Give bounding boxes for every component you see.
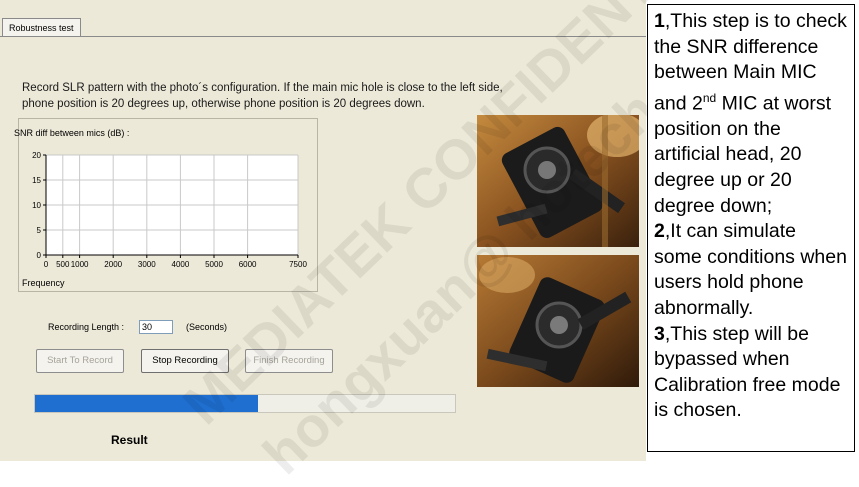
chart-x-axis-label: Frequency <box>22 278 65 288</box>
x-tick-label: 5000 <box>205 260 223 269</box>
note-step-2-text: ,It can simulate some conditions when us… <box>654 220 847 320</box>
note-step-3-number: 3 <box>654 322 665 345</box>
x-tick-label: 3000 <box>138 260 156 269</box>
x-tick-label: 0 <box>44 260 49 269</box>
note-step-3-text: ,This step will be bypassed when Calibra… <box>654 322 841 422</box>
robustness-test-window: Robustness test Record SLR pattern with … <box>0 0 733 486</box>
note-step-1-number: 1 <box>654 10 665 32</box>
y-tick-label: 10 <box>32 201 41 210</box>
x-tick-label: 500 <box>56 260 70 269</box>
start-record-button[interactable]: Start To Record <box>36 349 124 373</box>
y-tick-label: 20 <box>32 151 41 160</box>
note-step-2-number: 2 <box>654 220 665 243</box>
snr-diff-chart: 051015200 500 1000 2000 3000 4000 5000 6000 7500 <box>32 151 307 269</box>
tab-robustness-test[interactable]: Robustness test <box>2 18 81 37</box>
recording-length-input[interactable] <box>139 320 173 334</box>
y-tick-label: 0 <box>37 251 42 260</box>
note-step-1-superscript: nd <box>702 90 717 105</box>
recording-length-unit: (Seconds) <box>186 322 228 332</box>
x-tick-label: 4000 <box>172 260 190 269</box>
y-tick-label: 15 <box>32 176 41 185</box>
recording-length-label: Recording Length : <box>48 322 125 332</box>
x-tick-label: 1000 <box>71 260 89 269</box>
chart-group-title: SNR diff between mics (dB) : <box>14 128 130 138</box>
x-tick-label: 6000 <box>239 260 257 269</box>
x-tick-label: 2000 <box>104 260 122 269</box>
explanation-note: 1,This step is to check the SNR differen… <box>647 4 855 452</box>
y-tick-label: 5 <box>37 226 42 235</box>
result-label: Result <box>111 433 148 447</box>
